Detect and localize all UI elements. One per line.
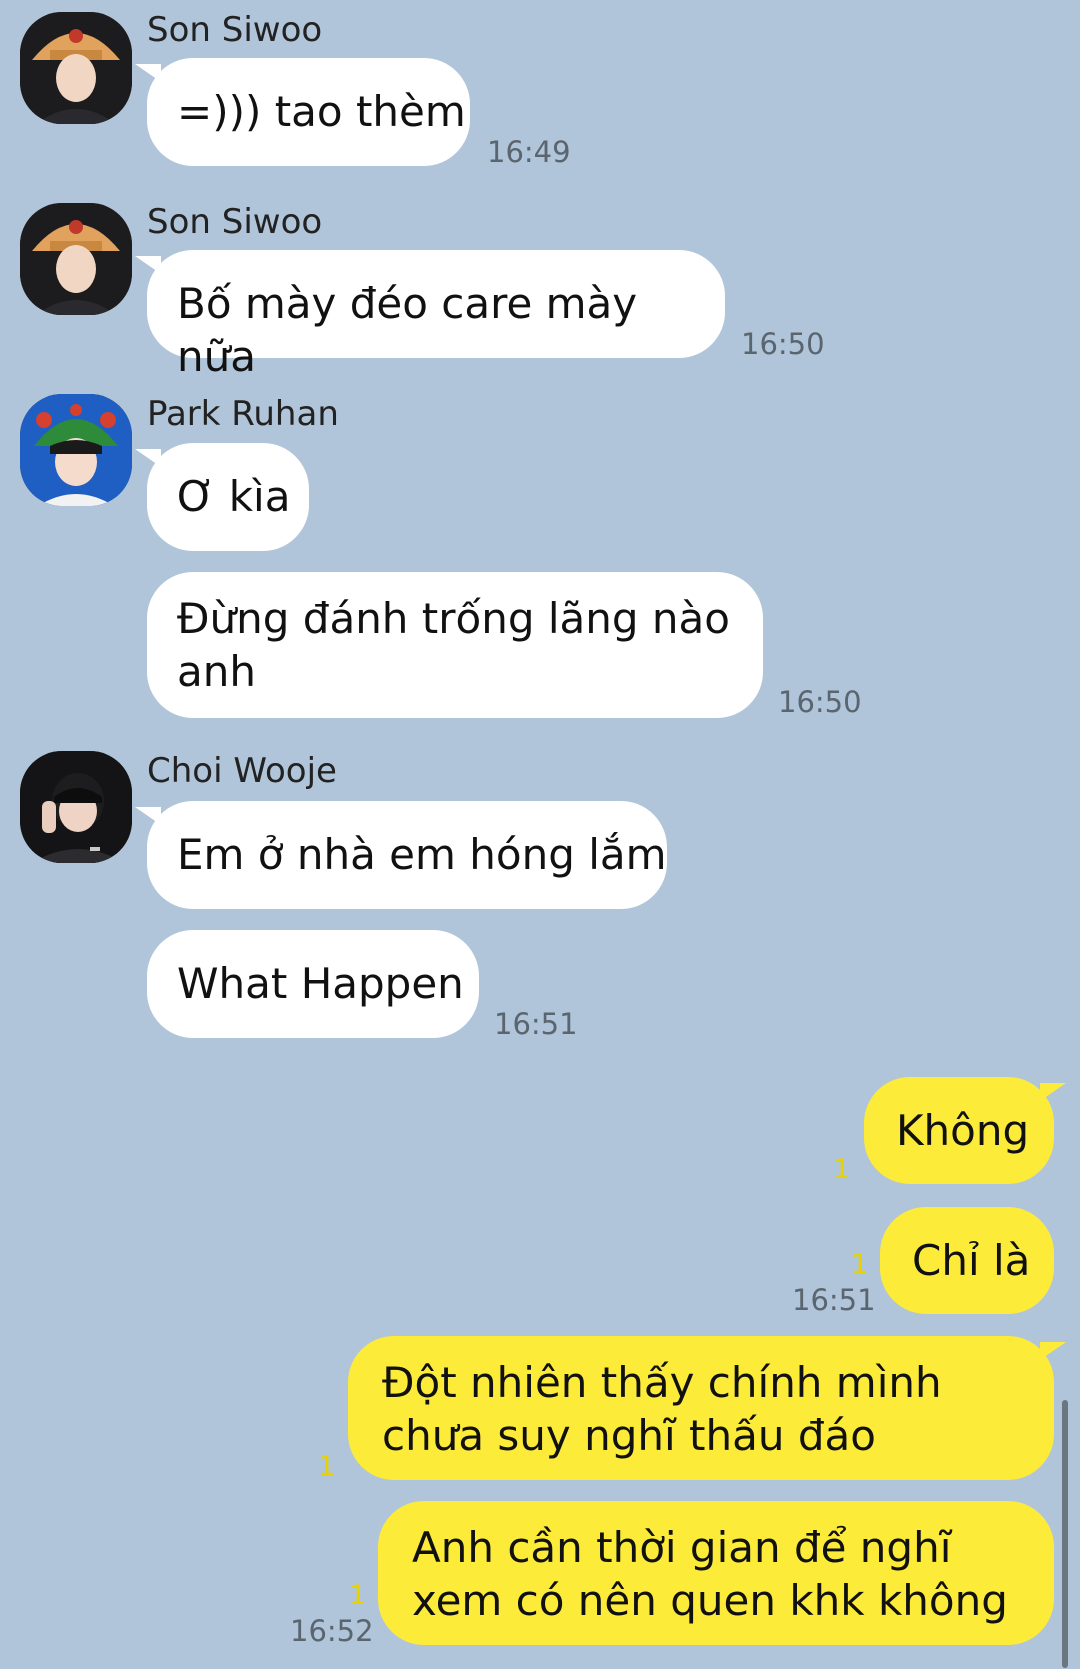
unread-count: 1 [318,1451,336,1482]
bubble-tail [1040,1083,1066,1101]
sender-name: Park Ruhan [147,394,339,434]
message-text: What Happen [177,959,464,1008]
message-bubble[interactable]: Đừng đánh trống lãng nào anh [147,572,763,718]
message-time: 16:50 [778,685,862,719]
message-time: 16:49 [487,135,571,169]
message-bubble[interactable]: Ơ kìa [135,443,309,551]
unread-count: 1 [851,1249,869,1280]
message-text: Đột nhiên thấy chính mình chưa suy nghĩ … [382,1358,942,1460]
message-text: Bố mày đéo care mày nữa [177,279,638,381]
message-time: 16:51 [792,1283,876,1317]
my-message-bubble[interactable]: Anh cần thời gian để nghĩ xem có nên que… [378,1501,1054,1645]
sender-name: Choi Wooje [147,751,337,791]
son-siwoo-avatar[interactable] [20,203,132,315]
scrollbar[interactable] [1062,1400,1068,1668]
message-text: =))) tao thèm [177,87,466,136]
bubble-tail [135,64,161,82]
message-time: 16:51 [494,1007,578,1041]
my-message-bubble[interactable]: Đột nhiên thấy chính mình chưa suy nghĩ … [348,1336,1066,1480]
message-time: 16:52 [290,1614,374,1648]
message-bubble[interactable]: Em ở nhà em hóng lắm [135,801,667,909]
my-message-bubble[interactable]: Không [864,1077,1066,1184]
choi-wooje-avatar[interactable] [20,751,132,863]
bubble-tail [135,256,161,274]
sender-name: Son Siwoo [147,202,323,242]
unread-count: 1 [833,1154,851,1185]
bubble-tail [135,449,161,467]
message-time: 16:50 [741,327,825,361]
message-text: Ơ kìa [177,472,291,521]
my-message-bubble[interactable]: Chỉ là [880,1207,1054,1314]
message-text: Anh cần thời gian để nghĩ xem có nên que… [412,1523,1008,1625]
unread-count: 1 [349,1580,367,1611]
message-bubble[interactable]: =))) tao thèm [135,58,470,166]
message-text: Em ở nhà em hóng lắm [177,830,667,879]
message-text: Không [896,1106,1030,1155]
message-text: Chỉ là [912,1236,1031,1285]
park-ruhan-avatar[interactable] [20,394,132,506]
bubble-tail [135,807,161,825]
son-siwoo-avatar[interactable] [20,12,132,124]
bubble-tail [1040,1342,1066,1360]
sender-name: Son Siwoo [147,10,323,50]
message-bubble[interactable]: Bố mày đéo care mày nữa [135,250,725,381]
message-text: Đừng đánh trống lãng nào anh [177,594,730,696]
message-bubble[interactable]: What Happen [147,930,479,1038]
